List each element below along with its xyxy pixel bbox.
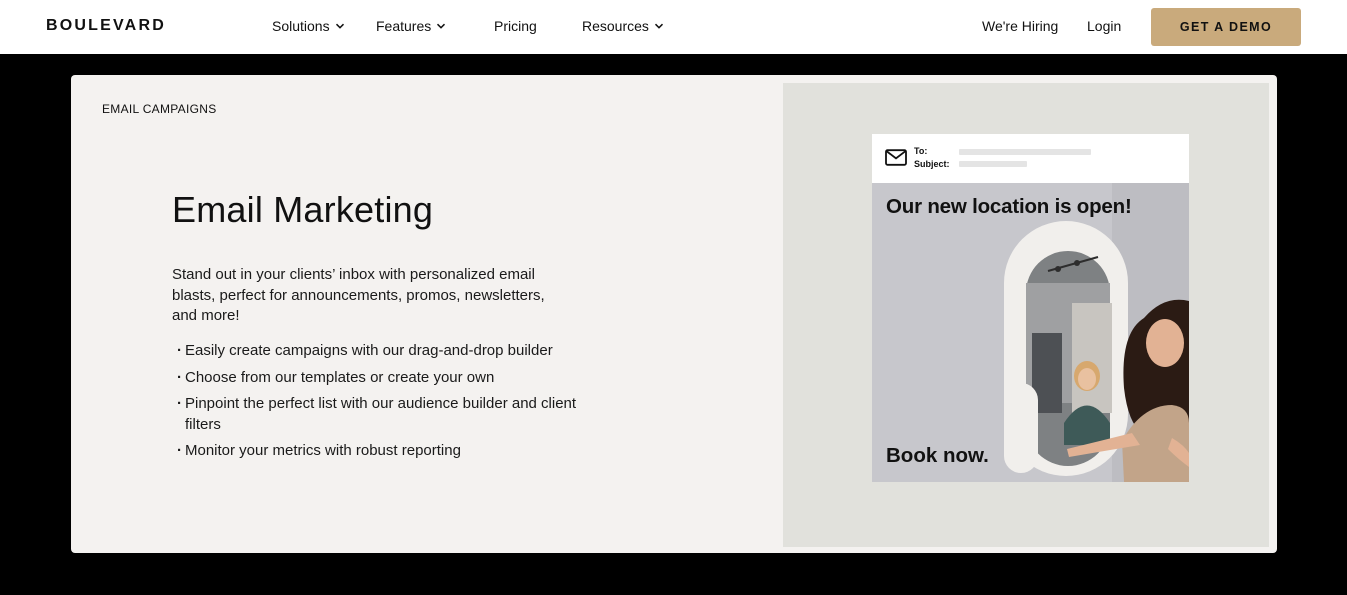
- bullet-item: Easily create campaigns with our drag-an…: [177, 341, 577, 362]
- salon-photo-illustration: [872, 183, 1189, 482]
- feature-description: Stand out in your clients’ inbox with pe…: [172, 266, 545, 324]
- email-preview-card: To: Subject: Our new location is open! B…: [872, 134, 1189, 482]
- feature-title: Email Marketing: [172, 189, 434, 230]
- bullet-item: Choose from our templates or create your…: [177, 368, 577, 389]
- email-subject-label: Subject:: [914, 159, 950, 169]
- brand-logo[interactable]: BOULEVARD: [46, 17, 166, 35]
- nav-solutions[interactable]: Solutions: [272, 18, 345, 34]
- email-subject-placeholder-line: [959, 161, 1027, 167]
- email-promo-cta: Book now.: [886, 444, 989, 467]
- chevron-down-icon: [654, 23, 663, 29]
- nav-features[interactable]: Features: [376, 18, 446, 34]
- chevron-down-icon: [335, 23, 344, 29]
- feature-card: EMAIL CAMPAIGNS Email Marketing Stand ou…: [71, 75, 1277, 553]
- nav-pricing[interactable]: Pricing: [494, 18, 537, 34]
- email-preview-header: To: Subject:: [872, 134, 1189, 183]
- get-a-demo-button[interactable]: GET A DEMO: [1151, 8, 1301, 46]
- email-promo-headline: Our new location is open!: [886, 195, 1132, 218]
- nav-resources[interactable]: Resources: [582, 18, 664, 34]
- section-eyebrow: EMAIL CAMPAIGNS: [102, 102, 217, 116]
- feature-bullet-list: Easily create campaigns with our drag-an…: [177, 341, 577, 468]
- nav-pricing-label: Pricing: [494, 18, 537, 34]
- bullet-item: Pinpoint the perfect list with our audie…: [177, 394, 577, 435]
- mail-icon: [885, 149, 907, 166]
- chevron-down-icon: [437, 23, 446, 29]
- nav-resources-label: Resources: [582, 18, 649, 34]
- bullet-item: Monitor your metrics with robust reporti…: [177, 441, 577, 462]
- email-promo-image: Our new location is open! Book now.: [872, 183, 1189, 482]
- nav-solutions-label: Solutions: [272, 18, 330, 34]
- top-navigation: BOULEVARD Solutions Features Pricing Res…: [0, 0, 1347, 54]
- feature-visual-panel: To: Subject: Our new location is open! B…: [783, 83, 1269, 547]
- email-to-placeholder-line: [959, 149, 1091, 155]
- nav-hiring-link[interactable]: We're Hiring: [982, 18, 1058, 34]
- nav-features-label: Features: [376, 18, 432, 34]
- email-to-label: To:: [914, 146, 928, 156]
- nav-login-link[interactable]: Login: [1087, 18, 1121, 34]
